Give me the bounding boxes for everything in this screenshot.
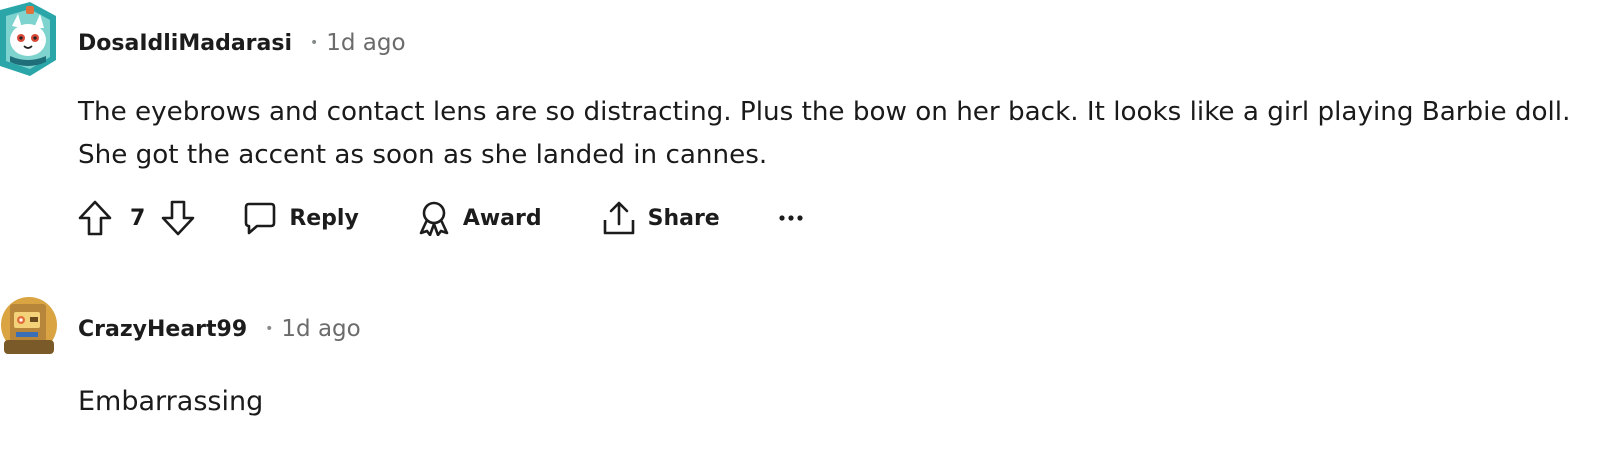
robot-avatar-icon: [1, 297, 57, 354]
comment-body-line: She got the accent as soon as she landed…: [78, 140, 768, 170]
username-link[interactable]: DosaIdliMadarasi: [78, 31, 292, 56]
arrow-up-outline-icon: [78, 200, 112, 236]
user-avatar[interactable]: [0, 290, 58, 360]
meta-separator: •: [310, 35, 319, 51]
more-options-button[interactable]: [778, 213, 804, 223]
comment-actions: 7 Reply Award Share: [78, 198, 804, 238]
user-avatar[interactable]: [0, 2, 58, 78]
upvote-button[interactable]: [78, 200, 112, 236]
speech-bubble-icon: [245, 202, 276, 235]
comment-body: The eyebrows and contact lens are so dis…: [78, 91, 1570, 177]
upload-share-icon: [603, 201, 634, 235]
meta-separator: •: [265, 321, 274, 337]
snow-creature-avatar-icon: [0, 2, 56, 76]
comment-meta: CrazyHeart99 • 1d ago: [78, 316, 361, 342]
share-button[interactable]: Share: [602, 200, 720, 236]
comment-meta: DosaIdliMadarasi • 1d ago: [78, 30, 406, 56]
comment-body: Embarrassing: [78, 380, 263, 423]
award-label: Award: [462, 205, 542, 231]
username-link[interactable]: CrazyHeart99: [78, 317, 247, 342]
comment-body-line: Embarrassing: [78, 386, 264, 417]
timestamp[interactable]: 1d ago: [326, 30, 405, 56]
comment-body-line: The eyebrows and contact lens are so dis…: [78, 97, 1571, 127]
comment-thread: DosaIdliMadarasi • 1d ago The eyebrows a…: [0, 0, 1617, 457]
share-label: Share: [647, 205, 720, 231]
ellipsis-icon: [779, 215, 803, 221]
reply-button[interactable]: Reply: [243, 201, 359, 235]
timestamp[interactable]: 1d ago: [281, 316, 360, 342]
downvote-button[interactable]: [161, 200, 195, 236]
arrow-down-outline-icon: [162, 200, 195, 236]
comment: CrazyHeart99 • 1d ago Embarrassing: [0, 288, 1617, 457]
vote-count: 7: [130, 205, 146, 231]
reply-label: Reply: [289, 205, 359, 231]
award-button[interactable]: Award: [417, 200, 542, 236]
comment: DosaIdliMadarasi • 1d ago The eyebrows a…: [0, 0, 1617, 270]
ribbon-award-icon: [419, 201, 449, 236]
